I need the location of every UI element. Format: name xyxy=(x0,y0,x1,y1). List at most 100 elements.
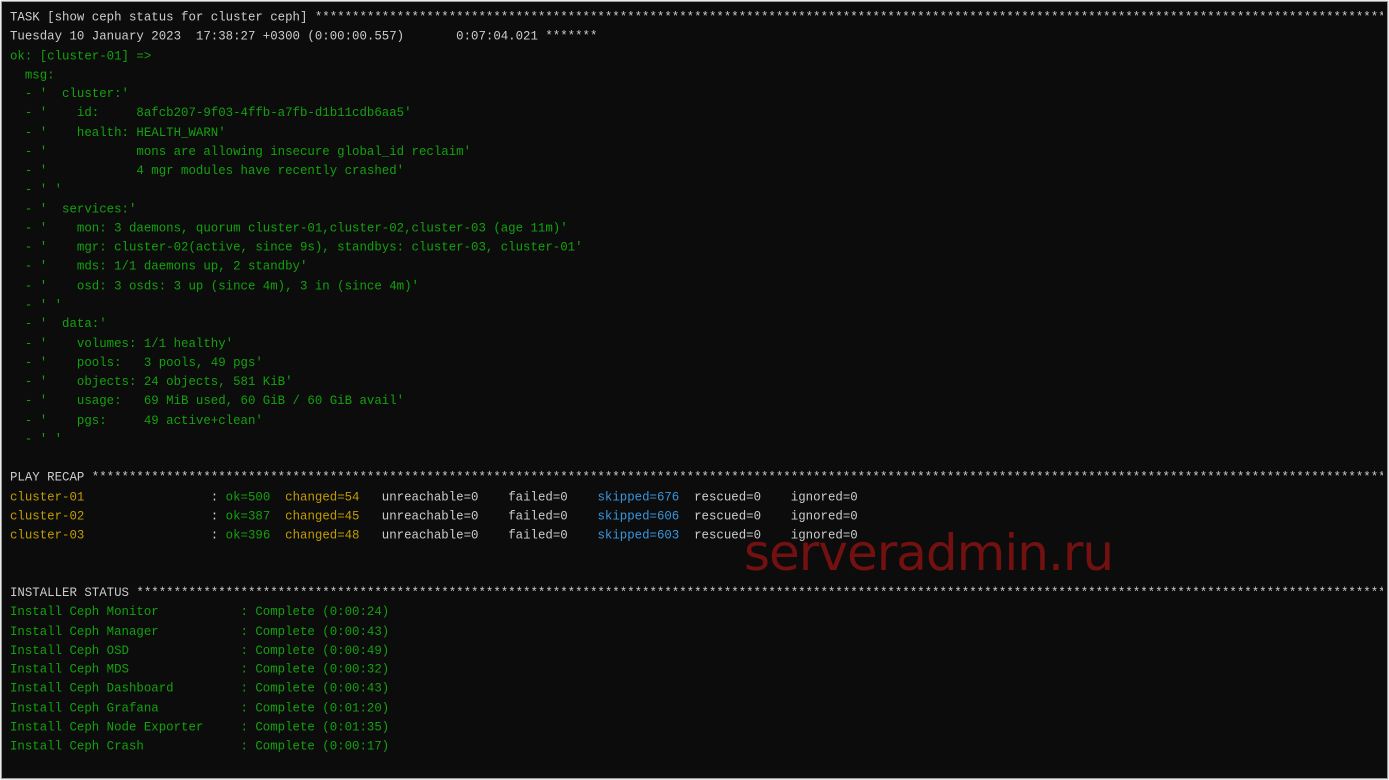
terminal-text: rescued=0 ignored=0 xyxy=(679,527,858,543)
terminal-text: changed=45 xyxy=(285,508,360,524)
terminal-text: Install Ceph Monitor : Complete (0:00:24… xyxy=(10,604,390,620)
terminal-text: Install Ceph Manager : Complete (0:00:43… xyxy=(10,623,390,639)
terminal-text: ok=387 xyxy=(225,508,271,524)
terminal-line: cluster-03 : ok=396 changed=48 unreachab… xyxy=(10,526,1383,545)
terminal-line: - ' health: HEALTH_WARN' xyxy=(10,123,1383,142)
terminal-text: : xyxy=(84,508,226,524)
terminal-line: - ' volumes: 1/1 healthy' xyxy=(10,334,1383,353)
terminal-line: - ' ' xyxy=(10,430,1383,449)
terminal-line: - ' 4 mgr modules have recently crashed' xyxy=(10,161,1383,180)
terminal-line: - ' mds: 1/1 daemons up, 2 standby' xyxy=(10,257,1383,276)
terminal-text: - ' data:' xyxy=(10,316,107,332)
terminal-text: : xyxy=(84,489,226,505)
terminal-line: Install Ceph Monitor : Complete (0:00:24… xyxy=(10,603,1383,622)
terminal-text: ok=500 xyxy=(225,489,271,505)
terminal-text: INSTALLER STATUS ***********************… xyxy=(10,585,1383,601)
terminal-line: - ' services:' xyxy=(10,200,1383,219)
terminal-text: - ' usage: 69 MiB used, 60 GiB / 60 GiB … xyxy=(10,393,405,409)
terminal-text: cluster-02 xyxy=(10,508,85,524)
terminal-text: cluster-03 xyxy=(10,527,85,543)
terminal-text: Install Ceph OSD : Complete (0:00:49) xyxy=(10,643,390,658)
terminal-line: - ' usage: 69 MiB used, 60 GiB / 60 GiB … xyxy=(10,392,1383,411)
terminal-text: - ' mds: 1/1 daemons up, 2 standby' xyxy=(10,259,308,275)
terminal-text: ok=396 xyxy=(225,527,271,543)
terminal-text: Tuesday 10 January 2023 17:38:27 +0300 (… xyxy=(10,29,598,44)
terminal-line: - ' mon: 3 daemons, quorum cluster-01,cl… xyxy=(10,219,1383,238)
terminal-text: Install Ceph Dashboard : Complete (0:00:… xyxy=(10,681,390,697)
terminal-text: changed=54 xyxy=(285,489,360,505)
terminal-line: - ' cluster:' xyxy=(10,85,1383,104)
terminal-text: - ' volumes: 1/1 healthy' xyxy=(10,336,234,351)
terminal-line: - ' objects: 24 objects, 581 KiB' xyxy=(10,372,1383,391)
terminal-text: - ' 4 mgr modules have recently crashed' xyxy=(10,163,405,179)
terminal-text: skipped=606 xyxy=(597,508,680,524)
terminal-line: Install Ceph Manager : Complete (0:00:43… xyxy=(10,622,1383,641)
terminal-line: - ' mons are allowing insecure global_id… xyxy=(10,142,1383,161)
terminal-line: Tuesday 10 January 2023 17:38:27 +0300 (… xyxy=(10,775,1383,778)
terminal-text: - ' pools: 3 pools, 49 pgs' xyxy=(10,355,263,371)
terminal-line: - ' ' xyxy=(10,181,1383,200)
terminal-line: INSTALLER STATUS ***********************… xyxy=(10,583,1383,602)
terminal-text: unreachable=0 failed=0 xyxy=(359,489,598,505)
terminal-text: - ' mon: 3 daemons, quorum cluster-01,cl… xyxy=(10,221,568,236)
terminal-output[interactable]: TASK [show ceph status for cluster ceph]… xyxy=(10,8,1383,778)
terminal-text: cluster-01 xyxy=(10,489,85,505)
terminal-line: ok: [cluster-01] => xyxy=(10,46,1383,65)
terminal-text: - ' ' xyxy=(10,432,63,447)
terminal-text: - ' health: HEALTH_WARN' xyxy=(10,125,226,140)
terminal-text: unreachable=0 failed=0 xyxy=(359,508,598,524)
terminal-text: TASK [show ceph status for cluster ceph]… xyxy=(10,10,1383,25)
terminal-text: skipped=676 xyxy=(597,489,680,505)
terminal-text: Install Ceph MDS : Complete (0:00:32) xyxy=(10,662,390,677)
terminal-text: Tuesday 10 January 2023 17:38:27 +0300 (… xyxy=(10,777,597,778)
terminal-text: - ' objects: 24 objects, 581 KiB' xyxy=(10,374,293,390)
terminal-text: - ' mons are allowing insecure global_id… xyxy=(10,144,472,160)
terminal-line: Install Ceph Crash : Complete (0:00:17) xyxy=(10,737,1383,756)
terminal-text: msg: xyxy=(10,67,55,83)
terminal-line: - ' pgs: 49 active+clean' xyxy=(10,411,1383,430)
terminal-line: cluster-02 : ok=387 changed=45 unreachab… xyxy=(10,507,1383,526)
terminal-text: Install Ceph Crash : Complete (0:00:17) xyxy=(10,738,390,754)
terminal-text: - ' id: 8afcb207-9f03-4ffb-a7fb-d1b11cdb… xyxy=(10,105,412,121)
terminal-line: msg: xyxy=(10,66,1383,85)
terminal-line: - ' data:' xyxy=(10,315,1383,334)
terminal-text: : xyxy=(84,527,226,543)
terminal-line: - ' ' xyxy=(10,296,1383,315)
terminal-text: ok: [cluster-01] => xyxy=(10,48,152,64)
terminal-line: Install Ceph Dashboard : Complete (0:00:… xyxy=(10,679,1383,698)
terminal-line: PLAY RECAP *****************************… xyxy=(10,468,1383,487)
terminal-text: - ' pgs: 49 active+clean' xyxy=(10,412,263,428)
terminal-text: rescued=0 ignored=0 xyxy=(679,489,858,505)
terminal-text: - ' osd: 3 osds: 3 up (since 4m), 3 in (… xyxy=(10,278,419,294)
terminal-line: - ' mgr: cluster-02(active, since 9s), s… xyxy=(10,238,1383,257)
terminal-text: Install Ceph Grafana : Complete (0:01:20… xyxy=(10,700,390,716)
terminal-text: - ' cluster:' xyxy=(10,86,129,102)
terminal-line: Install Ceph Node Exporter : Complete (0… xyxy=(10,718,1383,737)
terminal-window: TASK [show ceph status for cluster ceph]… xyxy=(1,1,1388,779)
terminal-line: Install Ceph Grafana : Complete (0:01:20… xyxy=(10,698,1383,717)
terminal-text: Install Ceph Node Exporter : Complete (0… xyxy=(10,719,390,735)
terminal-line: Install Ceph MDS : Complete (0:00:32) xyxy=(10,660,1383,679)
terminal-text: PLAY RECAP *****************************… xyxy=(10,470,1383,486)
terminal-line: - ' osd: 3 osds: 3 up (since 4m), 3 in (… xyxy=(10,277,1383,296)
terminal-text: skipped=603 xyxy=(597,527,680,543)
terminal-line: cluster-01 : ok=500 changed=54 unreachab… xyxy=(10,487,1383,506)
terminal-line: - ' pools: 3 pools, 49 pgs' xyxy=(10,353,1383,372)
terminal-text: rescued=0 ignored=0 xyxy=(679,508,858,524)
terminal-line: Tuesday 10 January 2023 17:38:27 +0300 (… xyxy=(10,27,1383,46)
terminal-line: - ' id: 8afcb207-9f03-4ffb-a7fb-d1b11cdb… xyxy=(10,104,1383,123)
terminal-text: - ' mgr: cluster-02(active, since 9s), s… xyxy=(10,240,583,255)
terminal-text: unreachable=0 failed=0 xyxy=(359,527,598,543)
terminal-line: Install Ceph OSD : Complete (0:00:49) xyxy=(10,641,1383,660)
terminal-text: changed=48 xyxy=(285,527,360,543)
terminal-text: - ' services:' xyxy=(10,201,137,217)
terminal-line: TASK [show ceph status for cluster ceph]… xyxy=(10,8,1383,27)
terminal-text: - ' ' xyxy=(10,297,63,313)
terminal-text: - ' ' xyxy=(10,182,63,198)
